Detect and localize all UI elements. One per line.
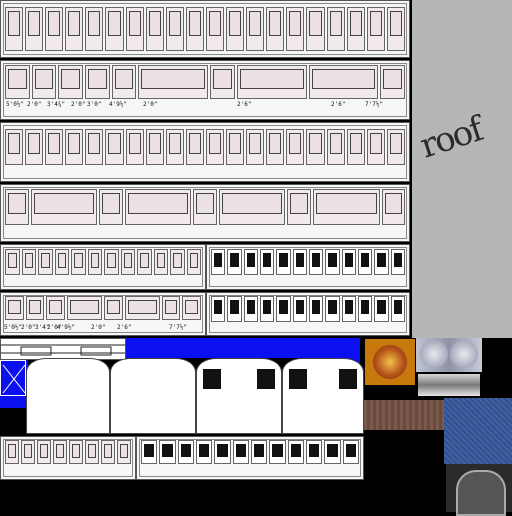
underframe-drawing: [0, 338, 126, 360]
bogie-drawing: [1, 344, 125, 356]
crest-icon: [364, 338, 416, 386]
metal-texture: [418, 374, 480, 396]
dimension-label: 2'0": [27, 101, 42, 108]
coach-side-strip-6b: [206, 292, 410, 336]
dimension-label: 4'9½": [109, 101, 128, 108]
coach-side-strip-7b: [136, 436, 364, 480]
dimension-label: 7'7½": [365, 101, 384, 108]
interior-door-texture: [446, 464, 512, 516]
dimension-label: 2'0": [21, 324, 36, 331]
dimension-label: 3'4¾": [47, 101, 66, 108]
dimension-label: 5'0½": [6, 101, 25, 108]
coach-side-strip-4: [0, 184, 410, 242]
dimension-label: 5'0½": [4, 324, 23, 331]
dimension-label: 4'9½": [57, 324, 76, 331]
coach-side-strip-3: [0, 122, 410, 182]
wood-texture: [364, 400, 444, 430]
coach-side-strip-6a: 5'0½" 2'0" 3'4" 2'0" 4'9½" 2'0" 2'6" 7'7…: [0, 292, 206, 336]
coach-side-strip-5b: [206, 244, 410, 290]
dimension-label: 2'6": [331, 101, 346, 108]
dimension-label: 2'0": [143, 101, 158, 108]
coach-side-strip-2: 5'0½" 2'0" 3'4¾" 2'0" 3'0" 4'9½" 2'0" 2'…: [0, 60, 410, 120]
lamp-icon: [450, 340, 478, 368]
dimension-label: 7'7½": [169, 324, 188, 331]
coach-end-door-1: [26, 358, 110, 434]
coach-end-door-4: [282, 358, 364, 434]
lamp-icon: [420, 340, 448, 368]
dimension-label: 2'6": [117, 324, 132, 331]
coach-end-door-3: [196, 358, 282, 434]
dimension-label: 3'0": [87, 101, 102, 108]
roof-texture: [412, 0, 512, 338]
coach-side-strip-5a: [0, 244, 206, 290]
dimension-label: 2'0": [91, 324, 106, 331]
blue-fabric-texture: [444, 398, 512, 464]
dimension-label: 2'0": [71, 101, 86, 108]
coach-end-door-2: [110, 358, 196, 434]
lamp-texture: [416, 338, 482, 372]
small-diagram: [0, 360, 26, 396]
dimension-label: 2'6": [237, 101, 252, 108]
coach-side-strip-1: [0, 0, 410, 58]
coach-side-strip-7a: [0, 436, 136, 480]
buffer-blue-area: [126, 338, 360, 358]
